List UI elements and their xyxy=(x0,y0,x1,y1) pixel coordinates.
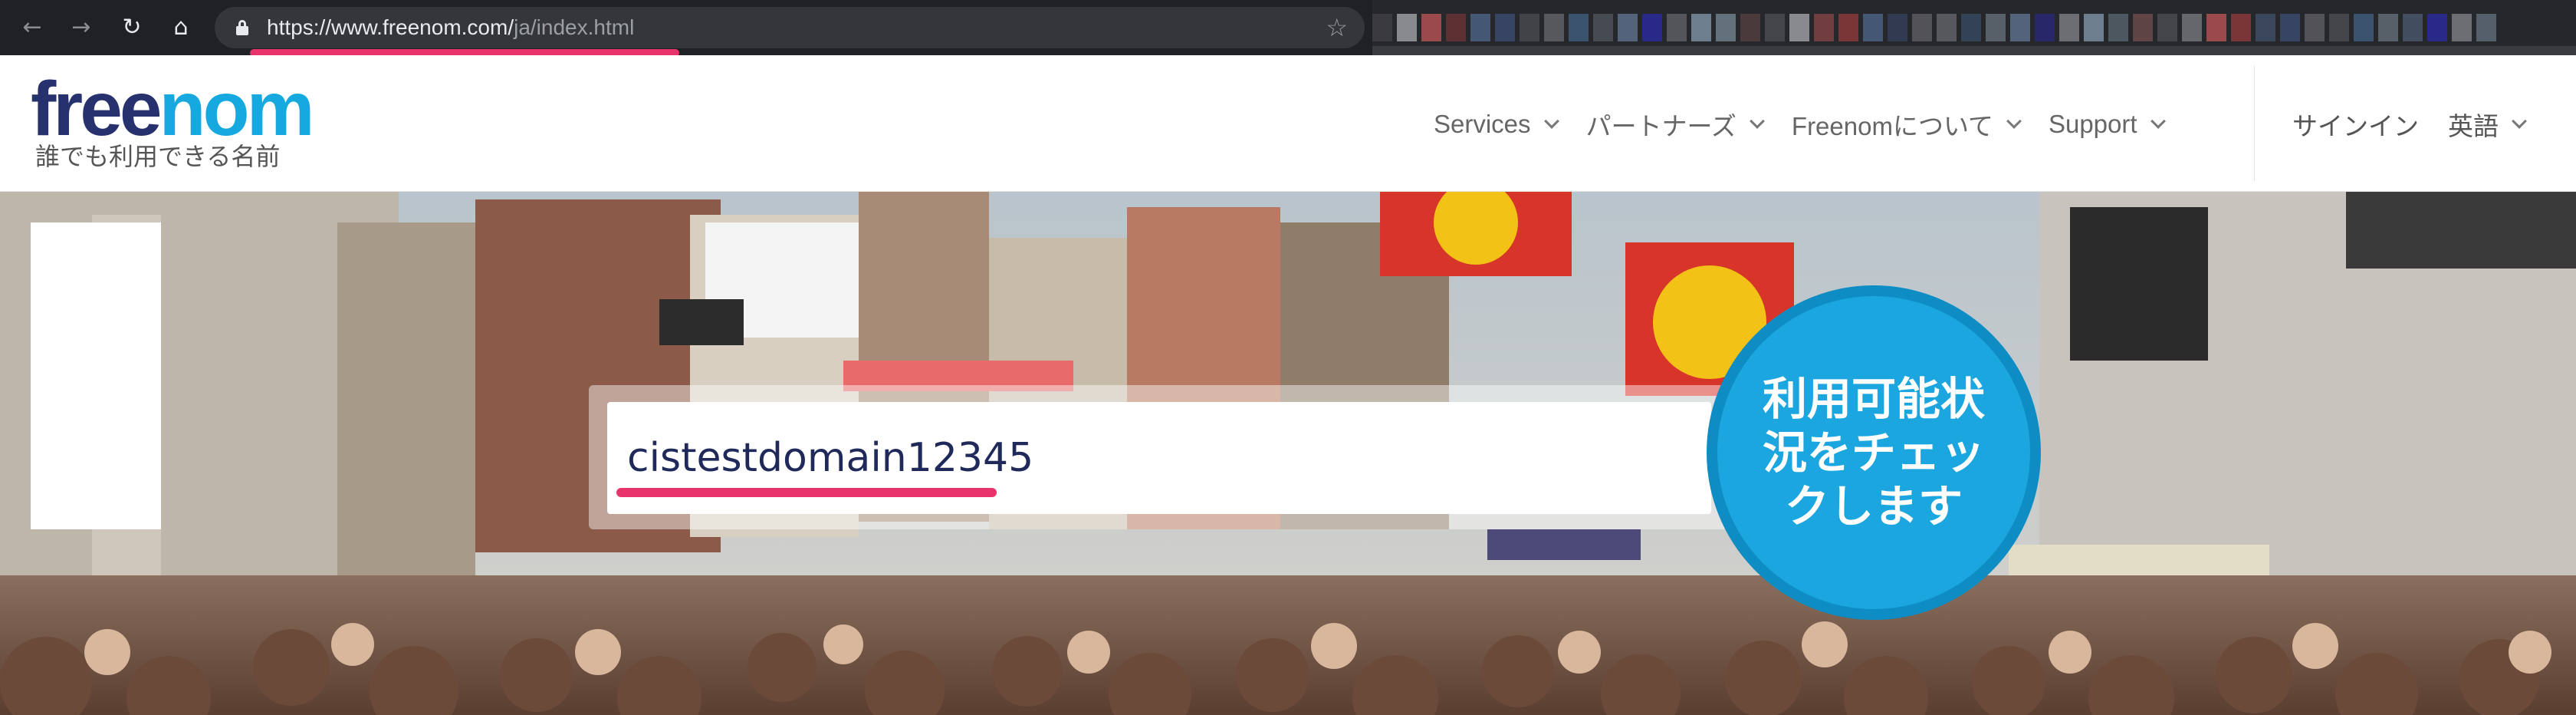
extension-icon[interactable] xyxy=(2476,14,2496,41)
input-highlight-annotation xyxy=(616,488,997,497)
address-bar[interactable]: https://www.freenom.com/ja/index.html ☆ xyxy=(215,7,1365,48)
domain-search-input[interactable] xyxy=(607,402,1711,514)
extension-icon[interactable] xyxy=(1520,14,1539,41)
nav-divider xyxy=(2254,66,2255,181)
extension-icon[interactable] xyxy=(1716,14,1736,41)
extension-icon[interactable] xyxy=(2157,14,2177,41)
site-header: freenom 誰でも利用できる名前 Services パートナーズ Freen… xyxy=(0,55,2576,192)
nav-item-about[interactable]: Freenomについて xyxy=(1792,106,2022,143)
check-availability-button[interactable]: 利用可能状況をチェックします xyxy=(1707,285,2041,620)
extension-icon[interactable] xyxy=(1740,14,1760,41)
extension-icon[interactable] xyxy=(2035,14,2055,41)
freenom-logo[interactable]: freenom xyxy=(31,71,315,147)
extension-icon[interactable] xyxy=(1372,14,1392,41)
extension-icon[interactable] xyxy=(1912,14,1932,41)
extension-icon[interactable] xyxy=(1838,14,1858,41)
extension-icon[interactable] xyxy=(1961,14,1981,41)
extension-icon[interactable] xyxy=(1814,14,1834,41)
chevron-down-icon xyxy=(2006,114,2022,129)
nav-item-partners[interactable]: パートナーズ xyxy=(1586,106,1765,143)
reload-icon[interactable]: ↻ xyxy=(115,11,149,44)
extension-icon[interactable] xyxy=(1937,14,1957,41)
chevron-down-icon xyxy=(1543,114,1559,129)
extension-icon[interactable] xyxy=(1863,14,1883,41)
extension-icon[interactable] xyxy=(1667,14,1687,41)
extension-icon[interactable] xyxy=(2231,14,2251,41)
extension-icon[interactable] xyxy=(1618,14,1638,41)
extension-icon[interactable] xyxy=(1495,14,1515,41)
extension-icon[interactable] xyxy=(1888,14,1907,41)
extension-icon[interactable] xyxy=(1642,14,1662,41)
main-nav: Services パートナーズ Freenomについて Support xyxy=(1434,101,2193,147)
extension-icon[interactable] xyxy=(2354,14,2374,41)
nav-item-support[interactable]: Support xyxy=(2049,110,2166,139)
hero-section: 利用可能状況をチェックします xyxy=(0,192,2576,715)
extension-icon[interactable] xyxy=(2403,14,2423,41)
extension-icon[interactable] xyxy=(2329,14,2349,41)
home-icon[interactable]: ⌂ xyxy=(164,11,198,44)
extension-icon[interactable] xyxy=(1397,14,1417,41)
signin-link[interactable]: サインイン xyxy=(2292,106,2419,143)
extension-icon[interactable] xyxy=(1470,14,1490,41)
extension-icon[interactable] xyxy=(2010,14,2030,41)
url-text[interactable]: https://www.freenom.com/ja/index.html xyxy=(267,15,634,40)
extensions-area xyxy=(1372,0,2576,61)
bookmark-star-icon[interactable]: ☆ xyxy=(1326,14,1348,41)
extension-icon[interactable] xyxy=(2280,14,2300,41)
check-availability-label: 利用可能状況をチェックします xyxy=(1762,373,1985,532)
extension-icon[interactable] xyxy=(2206,14,2226,41)
browser-toolbar: ← → ↻ ⌂ https://www.freenom.com/ja/index… xyxy=(0,0,2576,61)
extension-icon[interactable] xyxy=(2084,14,2104,41)
chevron-down-icon xyxy=(1750,114,1765,129)
extension-icon[interactable] xyxy=(2427,14,2447,41)
extension-icon[interactable] xyxy=(1421,14,1441,41)
extension-icon[interactable] xyxy=(2059,14,2079,41)
language-selector[interactable]: 英語 xyxy=(2448,106,2527,143)
extension-icon[interactable] xyxy=(1569,14,1589,41)
extension-icon[interactable] xyxy=(2305,14,2325,41)
extension-icon[interactable] xyxy=(1593,14,1613,41)
extension-icon[interactable] xyxy=(2452,14,2472,41)
logo-tagline: 誰でも利用できる名前 xyxy=(35,142,281,171)
chevron-down-icon xyxy=(2512,114,2527,129)
chevron-down-icon xyxy=(2150,114,2166,129)
extension-icon[interactable] xyxy=(1446,14,1466,41)
lock-icon xyxy=(236,20,248,35)
extension-icon[interactable] xyxy=(1544,14,1564,41)
extension-icon[interactable] xyxy=(2378,14,2398,41)
extension-icon[interactable] xyxy=(2133,14,2153,41)
account-nav: サインイン 英語 xyxy=(2292,101,2554,147)
extension-icon[interactable] xyxy=(1789,14,1809,41)
extension-icon[interactable] xyxy=(2108,14,2128,41)
forward-arrow-icon[interactable]: → xyxy=(64,11,98,44)
extension-icon[interactable] xyxy=(2256,14,2275,41)
extension-icon[interactable] xyxy=(1765,14,1785,41)
extension-icon[interactable] xyxy=(2182,14,2202,41)
nav-item-services[interactable]: Services xyxy=(1434,110,1559,139)
back-arrow-icon[interactable]: ← xyxy=(15,11,49,44)
extension-icon[interactable] xyxy=(1986,14,2006,41)
extension-icon[interactable] xyxy=(1691,14,1711,41)
